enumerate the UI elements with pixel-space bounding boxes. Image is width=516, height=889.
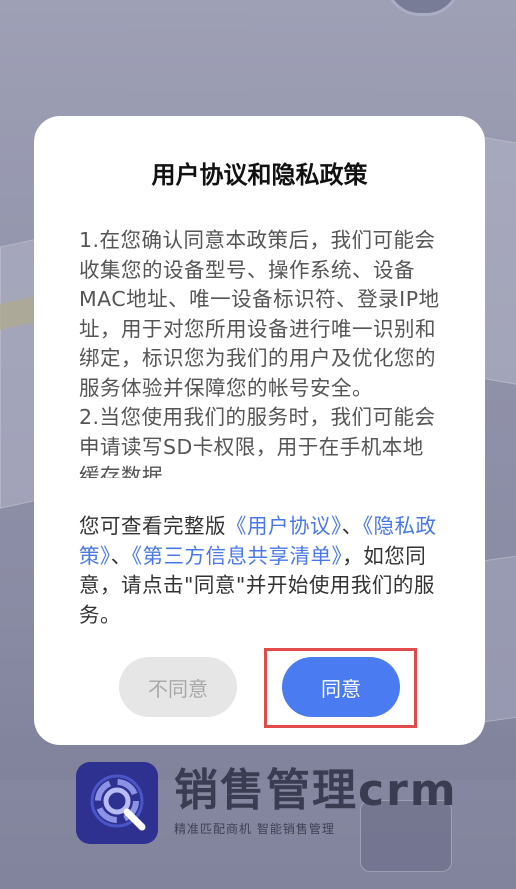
policy-paragraph: 1.在您确认同意本政策后，我们可能会收集您的设备型号、操作系统、设备MAC地址、…	[79, 228, 440, 400]
privacy-dialog: 用户协议和隐私政策 1.在您确认同意本政策后，我们可能会收集您的设备型号、操作系…	[34, 116, 485, 745]
user-agreement-link[interactable]: 《用户协议》	[226, 514, 342, 538]
search-magnifier-logo-icon	[76, 762, 158, 844]
third-party-list-link[interactable]: 《第三方信息共享清单》	[132, 544, 343, 568]
brand-slogan: 精准匹配商机 智能销售管理	[174, 822, 335, 836]
dialog-title: 用户协议和隐私政策	[151, 161, 368, 189]
brand: 销售管理crm 精准匹配商机 智能销售管理	[76, 762, 458, 844]
separator: 、	[341, 514, 363, 538]
policy-scroll-area[interactable]: 1.在您确认同意本政策后，我们可能会收集您的设备型号、操作系统、设备MAC地址、…	[79, 226, 441, 478]
policy-paragraph: 2.当您使用我们的服务时，我们可能会申请读写SD卡权限，用于在手机本地缓存数据	[79, 405, 436, 478]
brand-name: 销售管理crm	[174, 765, 458, 816]
consent-text: 您可查看完整版《用户协议》、《隐私政策》、《第三方信息共享清单》，如您同意，请点…	[79, 512, 441, 630]
agree-button[interactable]: 同意	[282, 657, 400, 717]
separator: 、	[110, 543, 132, 568]
consent-prefix: 您可查看完整版	[79, 514, 226, 538]
disagree-button[interactable]: 不同意	[119, 657, 237, 717]
